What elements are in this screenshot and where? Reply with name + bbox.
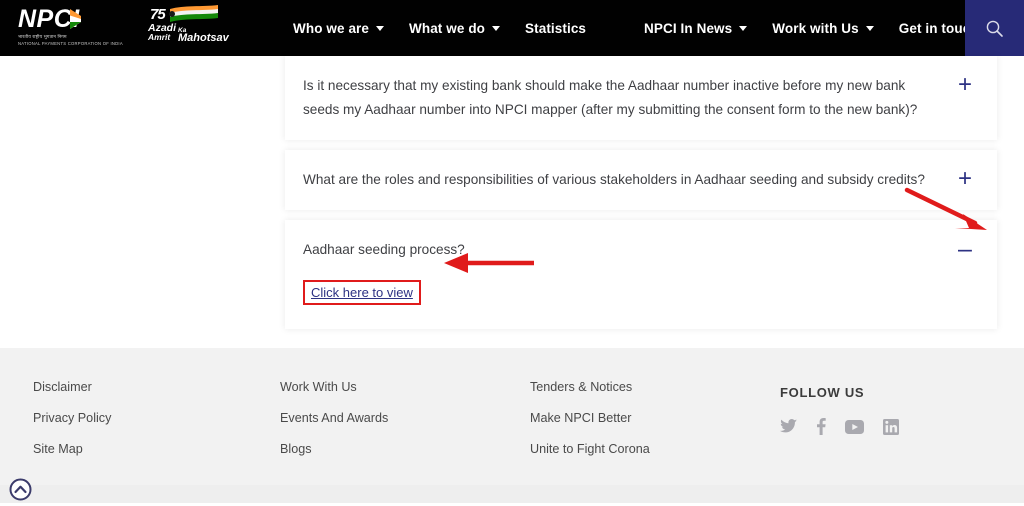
footer-column-3: Tenders & Notices Make NPCI Better Unite…: [530, 380, 650, 473]
chevron-up-circle-icon: [9, 478, 32, 501]
footer-link-events-and-awards[interactable]: Events And Awards: [280, 411, 388, 425]
plus-icon[interactable]: +: [953, 73, 977, 97]
footer-link-privacy-policy[interactable]: Privacy Policy: [33, 411, 111, 425]
footer-link-blogs[interactable]: Blogs: [280, 442, 388, 456]
plus-icon[interactable]: +: [953, 167, 977, 191]
footer-link-disclaimer[interactable]: Disclaimer: [33, 380, 111, 394]
npci-flag-icon: [69, 9, 81, 29]
follow-us-title: FOLLOW US: [780, 385, 865, 400]
site-footer: Disclaimer Privacy Policy Site Map Work …: [0, 348, 1024, 485]
minus-icon[interactable]: –: [953, 237, 977, 262]
faq-header[interactable]: What are the roles and responsibilities …: [285, 150, 997, 210]
faq-header[interactable]: Aadhaar seeding process? –: [285, 220, 997, 280]
scroll-to-top-button[interactable]: [9, 478, 32, 501]
linkedin-icon[interactable]: [883, 418, 899, 440]
nav-item-who-we-are[interactable]: Who we are: [293, 20, 385, 36]
faq-question: What are the roles and responsibilities …: [303, 172, 925, 187]
npci-tagline-hindi: भारतीय राष्ट्रीय भुगतान निगम: [18, 34, 67, 39]
logo-block: NPCI भारतीय राष्ट्रीय भुगतान निगम NATION…: [18, 5, 229, 51]
twitter-icon[interactable]: [780, 419, 797, 439]
search-button[interactable]: [965, 0, 1024, 56]
nav-item-statistics[interactable]: Statistics: [525, 21, 586, 36]
faq-item: What are the roles and responsibilities …: [285, 150, 997, 210]
azadi-line2: Amrit: [148, 32, 171, 42]
annotation-highlight-box: Click here to view: [303, 280, 421, 305]
footer-column-1: Disclaimer Privacy Policy Site Map: [33, 380, 111, 473]
footer-link-work-with-us[interactable]: Work With Us: [280, 380, 388, 394]
nav-label: What we do: [409, 20, 486, 36]
chevron-down-icon: [376, 25, 385, 31]
footer-link-site-map[interactable]: Site Map: [33, 442, 111, 456]
nav-label: Who we are: [293, 20, 370, 36]
site-header: NPCI भारतीय राष्ट्रीय भुगतान निगम NATION…: [0, 0, 1024, 56]
faq-question: Is it necessary that my existing bank sh…: [303, 78, 918, 117]
nav-item-work-with-us[interactable]: Work with Us: [772, 20, 874, 36]
faq-header[interactable]: Is it necessary that my existing bank sh…: [285, 56, 997, 140]
footer-link-tenders-and-notices[interactable]: Tenders & Notices: [530, 380, 650, 394]
nav-label: NPCI In News: [644, 20, 733, 36]
chevron-down-icon: [739, 25, 748, 31]
social-links: [780, 418, 918, 440]
nav-label: Work with Us: [772, 20, 859, 36]
chevron-down-icon: [865, 25, 874, 31]
click-here-to-view-link[interactable]: Click here to view: [305, 282, 419, 303]
nav-item-what-we-do[interactable]: What we do: [409, 20, 501, 36]
faq-item: Is it necessary that my existing bank sh…: [285, 56, 997, 140]
azadi-75-text: 75: [150, 6, 166, 23]
azadi-ka-amrit-mahotsav-logo[interactable]: 75 Azadi Ka Amrit Mahotsav: [148, 5, 229, 51]
main-navigation: Who we are What we do Statistics NPCI In…: [293, 0, 979, 56]
footer-column-2: Work With Us Events And Awards Blogs: [280, 380, 388, 473]
npci-logo[interactable]: NPCI भारतीय राष्ट्रीय भुगतान निगम NATION…: [18, 6, 123, 50]
search-icon: [986, 20, 1003, 37]
footer-bottom-bar: [0, 485, 1024, 503]
footer-follow-us: FOLLOW US: [780, 380, 918, 440]
chevron-down-icon: [492, 25, 501, 31]
faq-item-expanded: Aadhaar seeding process? – Click here to…: [285, 220, 997, 329]
youtube-icon[interactable]: [845, 419, 864, 439]
faq-accordion: Is it necessary that my existing bank sh…: [285, 56, 997, 339]
nav-item-npci-in-news[interactable]: NPCI In News: [644, 20, 748, 36]
footer-link-unite-to-fight-corona[interactable]: Unite to Fight Corona: [530, 442, 650, 456]
facebook-icon[interactable]: [816, 418, 826, 440]
footer-link-make-npci-better[interactable]: Make NPCI Better: [530, 411, 650, 425]
npci-tagline-english: NATIONAL PAYMENTS CORPORATION OF INDIA: [18, 41, 123, 46]
azadi-line3: Mahotsav: [178, 32, 229, 44]
faq-question: Aadhaar seeding process?: [303, 242, 465, 257]
nav-label: Statistics: [525, 20, 587, 36]
faq-answer: Click here to view: [285, 280, 997, 329]
